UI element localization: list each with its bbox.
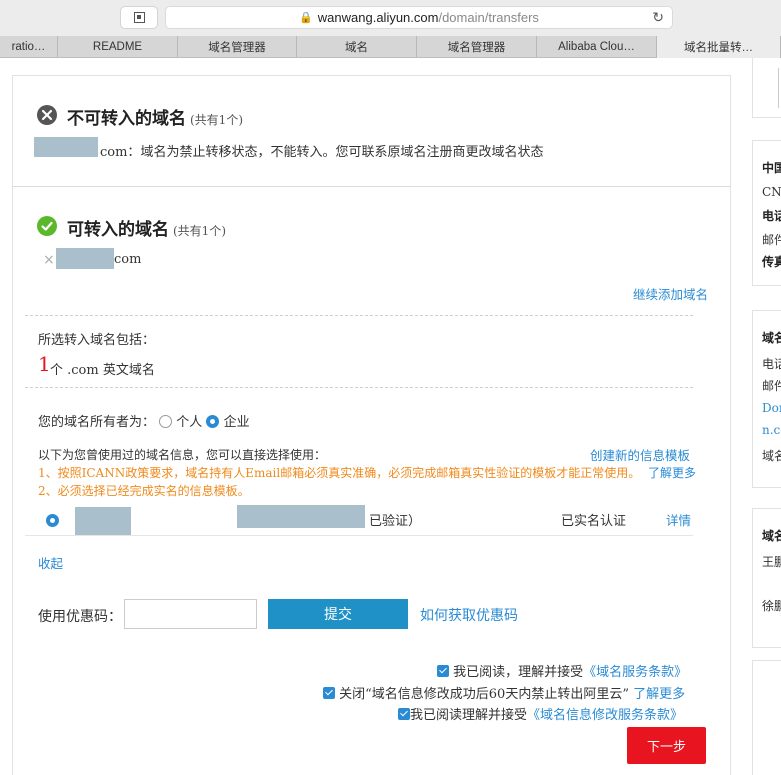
error-icon — [37, 105, 57, 125]
owner-company-label[interactable]: 企业 — [224, 415, 250, 430]
domain-terms-link[interactable]: 《域名服务条款》 — [583, 665, 687, 680]
agreement-3: 我已阅读理解并接受《域名信息修改服务条款》 — [398, 704, 683, 723]
template-realname-status: 已实名认证 — [561, 514, 627, 529]
owner-personal-label[interactable]: 个人 — [176, 415, 202, 430]
realname-notice: 2、必须选择已经完成实名的信息模板。 — [38, 484, 250, 498]
icann-notice: 1、按照ICANN政策要求，域名持有人Email邮箱必须真实准确，必须完成邮箱真… — [38, 466, 697, 480]
row-divider — [25, 535, 693, 536]
create-template-link[interactable]: 创建新的信息模板 — [590, 445, 690, 464]
owner-label: 您的域名所有者为： — [38, 415, 156, 430]
redacted-domain — [56, 248, 114, 269]
redacted-template-email — [237, 505, 365, 528]
template-intro: 以下为您曾使用过的域名信息，您可以直接选择使用： — [38, 448, 327, 462]
agreement-1-checkbox[interactable] — [437, 665, 449, 677]
learn-more-link[interactable]: 了解更多 — [648, 466, 696, 480]
agreement-2: 关闭“域名信息修改成功后60天内禁止转出阿里云” 了解更多 — [323, 683, 685, 702]
agreement-2-checkbox[interactable] — [323, 687, 335, 699]
reload-icon[interactable]: ↻ — [652, 9, 664, 26]
reader-icon — [133, 12, 145, 23]
sidebar-card-top — [752, 58, 781, 118]
redacted-domain — [34, 137, 98, 157]
section-divider — [12, 186, 731, 187]
agreement-3-checkbox[interactable] — [398, 708, 410, 720]
tab-2[interactable]: README — [58, 36, 178, 58]
tab-4[interactable]: 域名 — [297, 36, 417, 58]
tab-6[interactable]: Alibaba Clou… — [537, 36, 657, 58]
sidebar-card-contact: 中国 CNI 电话 邮件 传真 — [752, 140, 781, 286]
url-path: /domain/transfers — [438, 10, 539, 25]
coupon-input[interactable] — [124, 599, 257, 629]
allowed-domain-suffix: com — [114, 252, 142, 267]
coupon-submit-button[interactable]: 提交 — [268, 599, 408, 629]
sidebar-card-domain: 域名 电话 邮件 Dor n.co 域名 — [752, 310, 781, 488]
dashed-divider — [25, 315, 693, 316]
coupon-howto-link[interactable]: 如何获取优惠码 — [420, 605, 518, 625]
template-select-radio[interactable] — [46, 514, 59, 527]
check-circle-icon — [37, 216, 57, 236]
agreement-1: 我已阅读，理解并接受《域名服务条款》 — [437, 661, 687, 680]
tab-bar: ratio… README 域名管理器 域名 域名管理器 Alibaba Clo… — [0, 36, 781, 58]
next-step-button[interactable]: 下一步 — [627, 727, 706, 764]
template-detail-link[interactable]: 详情 — [666, 510, 691, 529]
owner-personal-radio[interactable] — [159, 415, 173, 428]
remove-domain-icon[interactable]: × — [43, 252, 55, 268]
allowed-section-title: 可转入的域名 (共有1个) — [67, 220, 226, 240]
blocked-section-title: 不可转入的域名 (共有1个) — [67, 109, 243, 129]
owner-company-radio[interactable] — [206, 415, 220, 428]
coupon-label: 使用优惠码： — [38, 609, 122, 625]
template-verified: 已验证） — [369, 514, 422, 529]
sidebar-card-bottom — [752, 660, 781, 775]
sidebar-card-people: 域名 王鹏 徐鹏 — [752, 508, 781, 648]
reader-view-button[interactable] — [120, 6, 158, 29]
selected-domains-label: 所选转入域名包括： — [38, 333, 156, 348]
domain-type-text: 个 .com 英文域名 — [50, 363, 155, 378]
info-modify-terms-link[interactable]: 《域名信息修改服务条款》 — [527, 708, 683, 723]
tab-5[interactable]: 域名管理器 — [417, 36, 537, 58]
blocked-domain-message: com：域名为禁止转移状态，不能转入。您可联系原域名注册商更改域名状态 — [100, 145, 544, 160]
add-more-domains-link[interactable]: 继续添加域名 — [633, 284, 708, 303]
dashed-divider — [25, 387, 693, 388]
tab-7-active[interactable]: 域名批量转… — [657, 36, 781, 58]
collapse-link[interactable]: 收起 — [38, 553, 63, 572]
domain-count: 1 — [38, 352, 51, 376]
owner-type-group: 您的域名所有者为： 个人 企业 — [38, 411, 250, 430]
url-host: wanwang.aliyun.com — [317, 10, 439, 25]
tab-1[interactable]: ratio… — [0, 36, 58, 58]
redacted-template-name — [75, 507, 131, 535]
lock-icon: 🔒 — [299, 12, 313, 24]
transfer-lock-learn-more-link[interactable]: 了解更多 — [633, 687, 685, 702]
address-bar[interactable]: 🔒 wanwang.aliyun.com /domain/transfers ↻ — [165, 6, 673, 29]
browser-toolbar: 🔒 wanwang.aliyun.com /domain/transfers ↻ — [0, 0, 781, 36]
tab-3[interactable]: 域名管理器 — [178, 36, 297, 58]
